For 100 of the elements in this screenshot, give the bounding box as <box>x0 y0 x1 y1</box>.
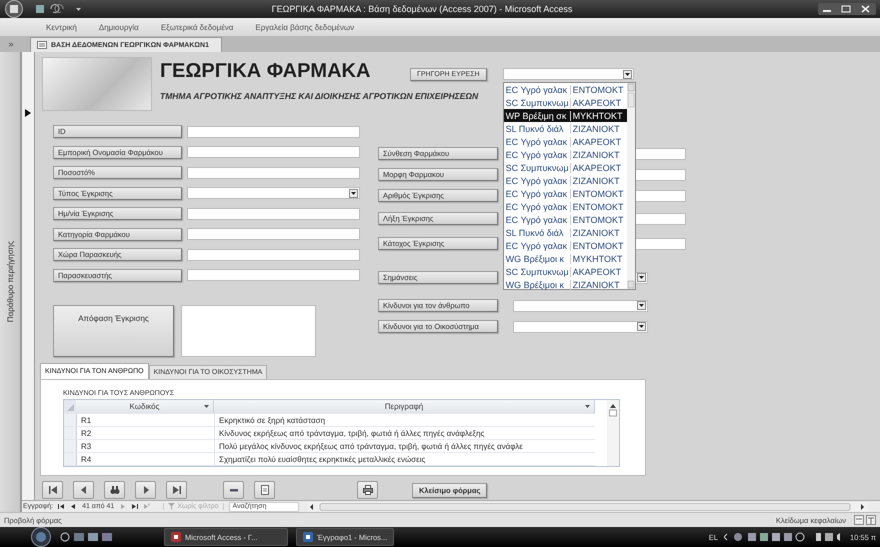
text-field[interactable] <box>187 248 360 260</box>
window-title: ΓΕΩΡΓΙΚΑ ΦΑΡΜΑΚΑ : Βάση δεδομένων (Access 2007) - Microsoft Access <box>270 4 574 14</box>
navigation-pane-label[interactable]: Παράθυρο περιήγησης <box>6 241 14 323</box>
previous-record-button[interactable] <box>73 481 94 499</box>
previous-record-icon[interactable] <box>70 503 78 510</box>
list-option[interactable]: SC Συμπυκνωμ ΑΚΑΡΕΟΚΤ <box>504 161 635 174</box>
document-button[interactable] <box>254 481 275 499</box>
column-header[interactable]: Κωδικός <box>76 400 214 413</box>
list-cell-text: ΖΙΖΑΝΙΟΚΤ <box>572 280 620 290</box>
nav-pane-toggle[interactable]: » <box>0 39 22 49</box>
list-scrollbar-icon[interactable] <box>626 83 635 289</box>
text-field[interactable] <box>187 146 360 158</box>
dropdown-arrow-icon[interactable] <box>637 301 646 310</box>
text-field[interactable] <box>187 208 360 220</box>
list-cell: SC Συμπυκνωμ <box>504 98 571 108</box>
list-option[interactable]: EC Υγρό γαλακ ΕΝΤΟΜΟΚΤ <box>504 213 635 226</box>
minus-button[interactable] <box>223 481 244 499</box>
last-record-icon[interactable] <box>131 503 138 510</box>
list-cell-text: ΕΝΤΟΜΟΚΤ <box>572 188 624 198</box>
list-cell-text: ΕΝΤΟΜΟΚΤ <box>572 202 624 212</box>
text-field[interactable] <box>187 269 360 281</box>
table-cell-text: Εκρηκτικό σε ξηρή κατάσταση <box>218 414 326 426</box>
list-cell-text: ΑΚΑΡΕΟΚΤ <box>572 266 622 276</box>
dropdown-field[interactable] <box>187 187 360 199</box>
column-header[interactable]: Περιγραφή <box>214 400 595 413</box>
list-option[interactable]: EC Υγρό γαλακ ΖΙΖΑΝΙΟΚΤ <box>504 148 635 161</box>
dropdown-arrow-icon[interactable] <box>349 188 358 198</box>
printer-button[interactable] <box>357 481 378 499</box>
dropdown-field[interactable] <box>513 320 648 332</box>
dropdown-arrow-icon[interactable] <box>637 273 646 282</box>
list-cell: EC Υγρό γαλακ <box>504 150 571 160</box>
list-cell-text: ΕΝΤΟΜΟΚΤ <box>572 84 624 94</box>
list-cell: EC Υγρό γαλακ <box>504 84 571 94</box>
list-cell: EC Υγρό γαλακ <box>504 240 571 250</box>
last-record-icon <box>172 485 182 495</box>
view-switcher-icon[interactable] <box>854 515 876 525</box>
list-cell: SL Πυκνό διάλ <box>504 124 571 134</box>
list-option[interactable]: SC Συμπυκνωμ ΑΚΑΡΕΟΚΤ <box>504 96 635 109</box>
list-option[interactable]: EC Υγρό γαλακ ΕΝΤΟΜΟΚΤ <box>504 187 635 200</box>
first-record-icon <box>48 485 58 495</box>
list-option[interactable]: EC Υγρό γαλακ ΕΝΤΟΜΟΚΤ <box>504 200 635 213</box>
form-icon <box>37 41 47 49</box>
list-cell-text: ΑΚΑΡΕΟΚΤ <box>572 162 622 172</box>
vertical-scrollbar-icon[interactable] <box>607 400 619 466</box>
table-cell: R1 <box>77 414 215 426</box>
list-option[interactable]: EC Υγρό γαλακ ΑΚΑΡΕΟΚΤ <box>504 135 635 148</box>
list-option[interactable]: SL Πυκνό διάλ ΖΙΖΑΝΙΟΚΤ <box>504 226 635 239</box>
list-cell: SC Συμπυκνωμ <box>504 266 571 276</box>
current-record-icon <box>25 109 31 117</box>
binoculars-button[interactable] <box>104 481 125 499</box>
list-cell: WG Βρέξιμοι κ <box>504 254 571 264</box>
binoculars-icon <box>110 485 120 495</box>
list-option[interactable]: EC Υγρό γαλακ ΖΙΖΑΝΙΟΚΤ <box>504 174 635 187</box>
first-record-icon[interactable] <box>58 503 66 510</box>
dropdown-field[interactable] <box>513 300 648 312</box>
start-button-icon[interactable] <box>30 527 52 547</box>
ribbon-tab[interactable]: Κεντρική <box>46 22 77 32</box>
list-cell: EC Υγρό γαλακ <box>504 188 571 198</box>
list-cell-text: ΑΚΑΡΕΟΚΤ <box>572 98 622 108</box>
table-cell-text: Κίνδυνος εκρήξεως από τράνταγμα, τριβή, φωτιά ή άλλες πηγές ανάφλεξης <box>218 428 486 439</box>
list-cell: SC Συμπυκνωμ <box>504 162 571 172</box>
list-cell-text: ΖΙΖΑΝΙΟΚΤ <box>572 228 620 238</box>
text-field[interactable] <box>187 228 360 240</box>
list-cell: WP Βρέξιμη σκ <box>504 110 571 120</box>
last-record-button[interactable] <box>166 481 187 499</box>
text-field[interactable] <box>187 126 360 138</box>
ribbon-tab[interactable]: Δημιουργία <box>98 22 139 32</box>
table-cell: R2 <box>77 427 215 439</box>
printer-icon <box>362 485 372 495</box>
list-cell: EC Υγρό γαλακ <box>504 176 571 186</box>
list-cell-text: ΖΙΖΑΝΙΟΚΤ <box>572 124 620 134</box>
dropdown-arrow-icon[interactable] <box>637 322 646 331</box>
form-subtitle: ΤΜΗΜΑ ΑΓΡΟΤΙΚΗΣ ΑΝΑΠΤΥΞΗΣ ΚΑΙ ΔΙΟΙΚΗΣΗΣ ΑΓΡΟΤΙΚΩΝ ΕΠΙΧΕΙΡΗΣΕΩΝ <box>160 91 480 101</box>
decision-button[interactable]: Απόφαση Έγκρισης <box>53 305 174 357</box>
app-icon <box>303 532 313 542</box>
list-cell-text: ΜΥΚΗΤΟΚΤ <box>572 110 622 120</box>
caret-icon <box>585 405 590 409</box>
ribbon-tab[interactable]: Εξωτερικά δεδομένα <box>160 22 234 32</box>
list-option[interactable]: WG Βρέξιμοι κ ΖΙΖΑΝΙΟΚΤ <box>504 278 635 291</box>
office-button-icon[interactable] <box>4 0 24 18</box>
list-cell: EC Υγρό γαλακ <box>504 214 571 224</box>
list-option[interactable]: SC Συμπυκνωμ ΑΚΑΡΕΟΚΤ <box>504 265 635 278</box>
list-option[interactable]: SL Πυκνό διάλ ΖΙΖΑΝΙΟΚΤ <box>504 122 635 135</box>
list-cell-text: ΖΙΖΑΝΙΟΚΤ <box>572 150 620 160</box>
list-cell: WG Βρέξιμοι κ <box>504 280 571 290</box>
next-record-icon[interactable] <box>119 503 126 510</box>
list-option[interactable]: WG Βρέξιμοι κ ΜΥΚΗΤΟΚΤ <box>504 252 635 265</box>
ribbon-tab[interactable]: Εργαλεία βάσης δεδομένων <box>255 22 354 32</box>
dropdown-arrow-icon[interactable] <box>622 70 632 78</box>
new-record-icon[interactable] <box>143 503 150 510</box>
list-cell: EC Υγρό γαλακ <box>504 136 571 146</box>
document-icon <box>260 485 270 495</box>
list-option[interactable]: EC Υγρό γαλακ ΕΝΤΟΜΟΚΤ <box>504 83 635 96</box>
list-option[interactable]: EC Υγρό γαλακ ΕΝΤΟΜΟΚΤ <box>504 239 635 252</box>
window-controls-icon[interactable] <box>818 3 876 15</box>
text-field[interactable] <box>187 166 360 178</box>
list-cell-text: ΑΚΑΡΕΟΚΤ <box>572 136 622 146</box>
caret-icon <box>204 405 209 409</box>
next-record-button[interactable] <box>135 481 156 499</box>
first-record-button[interactable] <box>42 481 63 499</box>
